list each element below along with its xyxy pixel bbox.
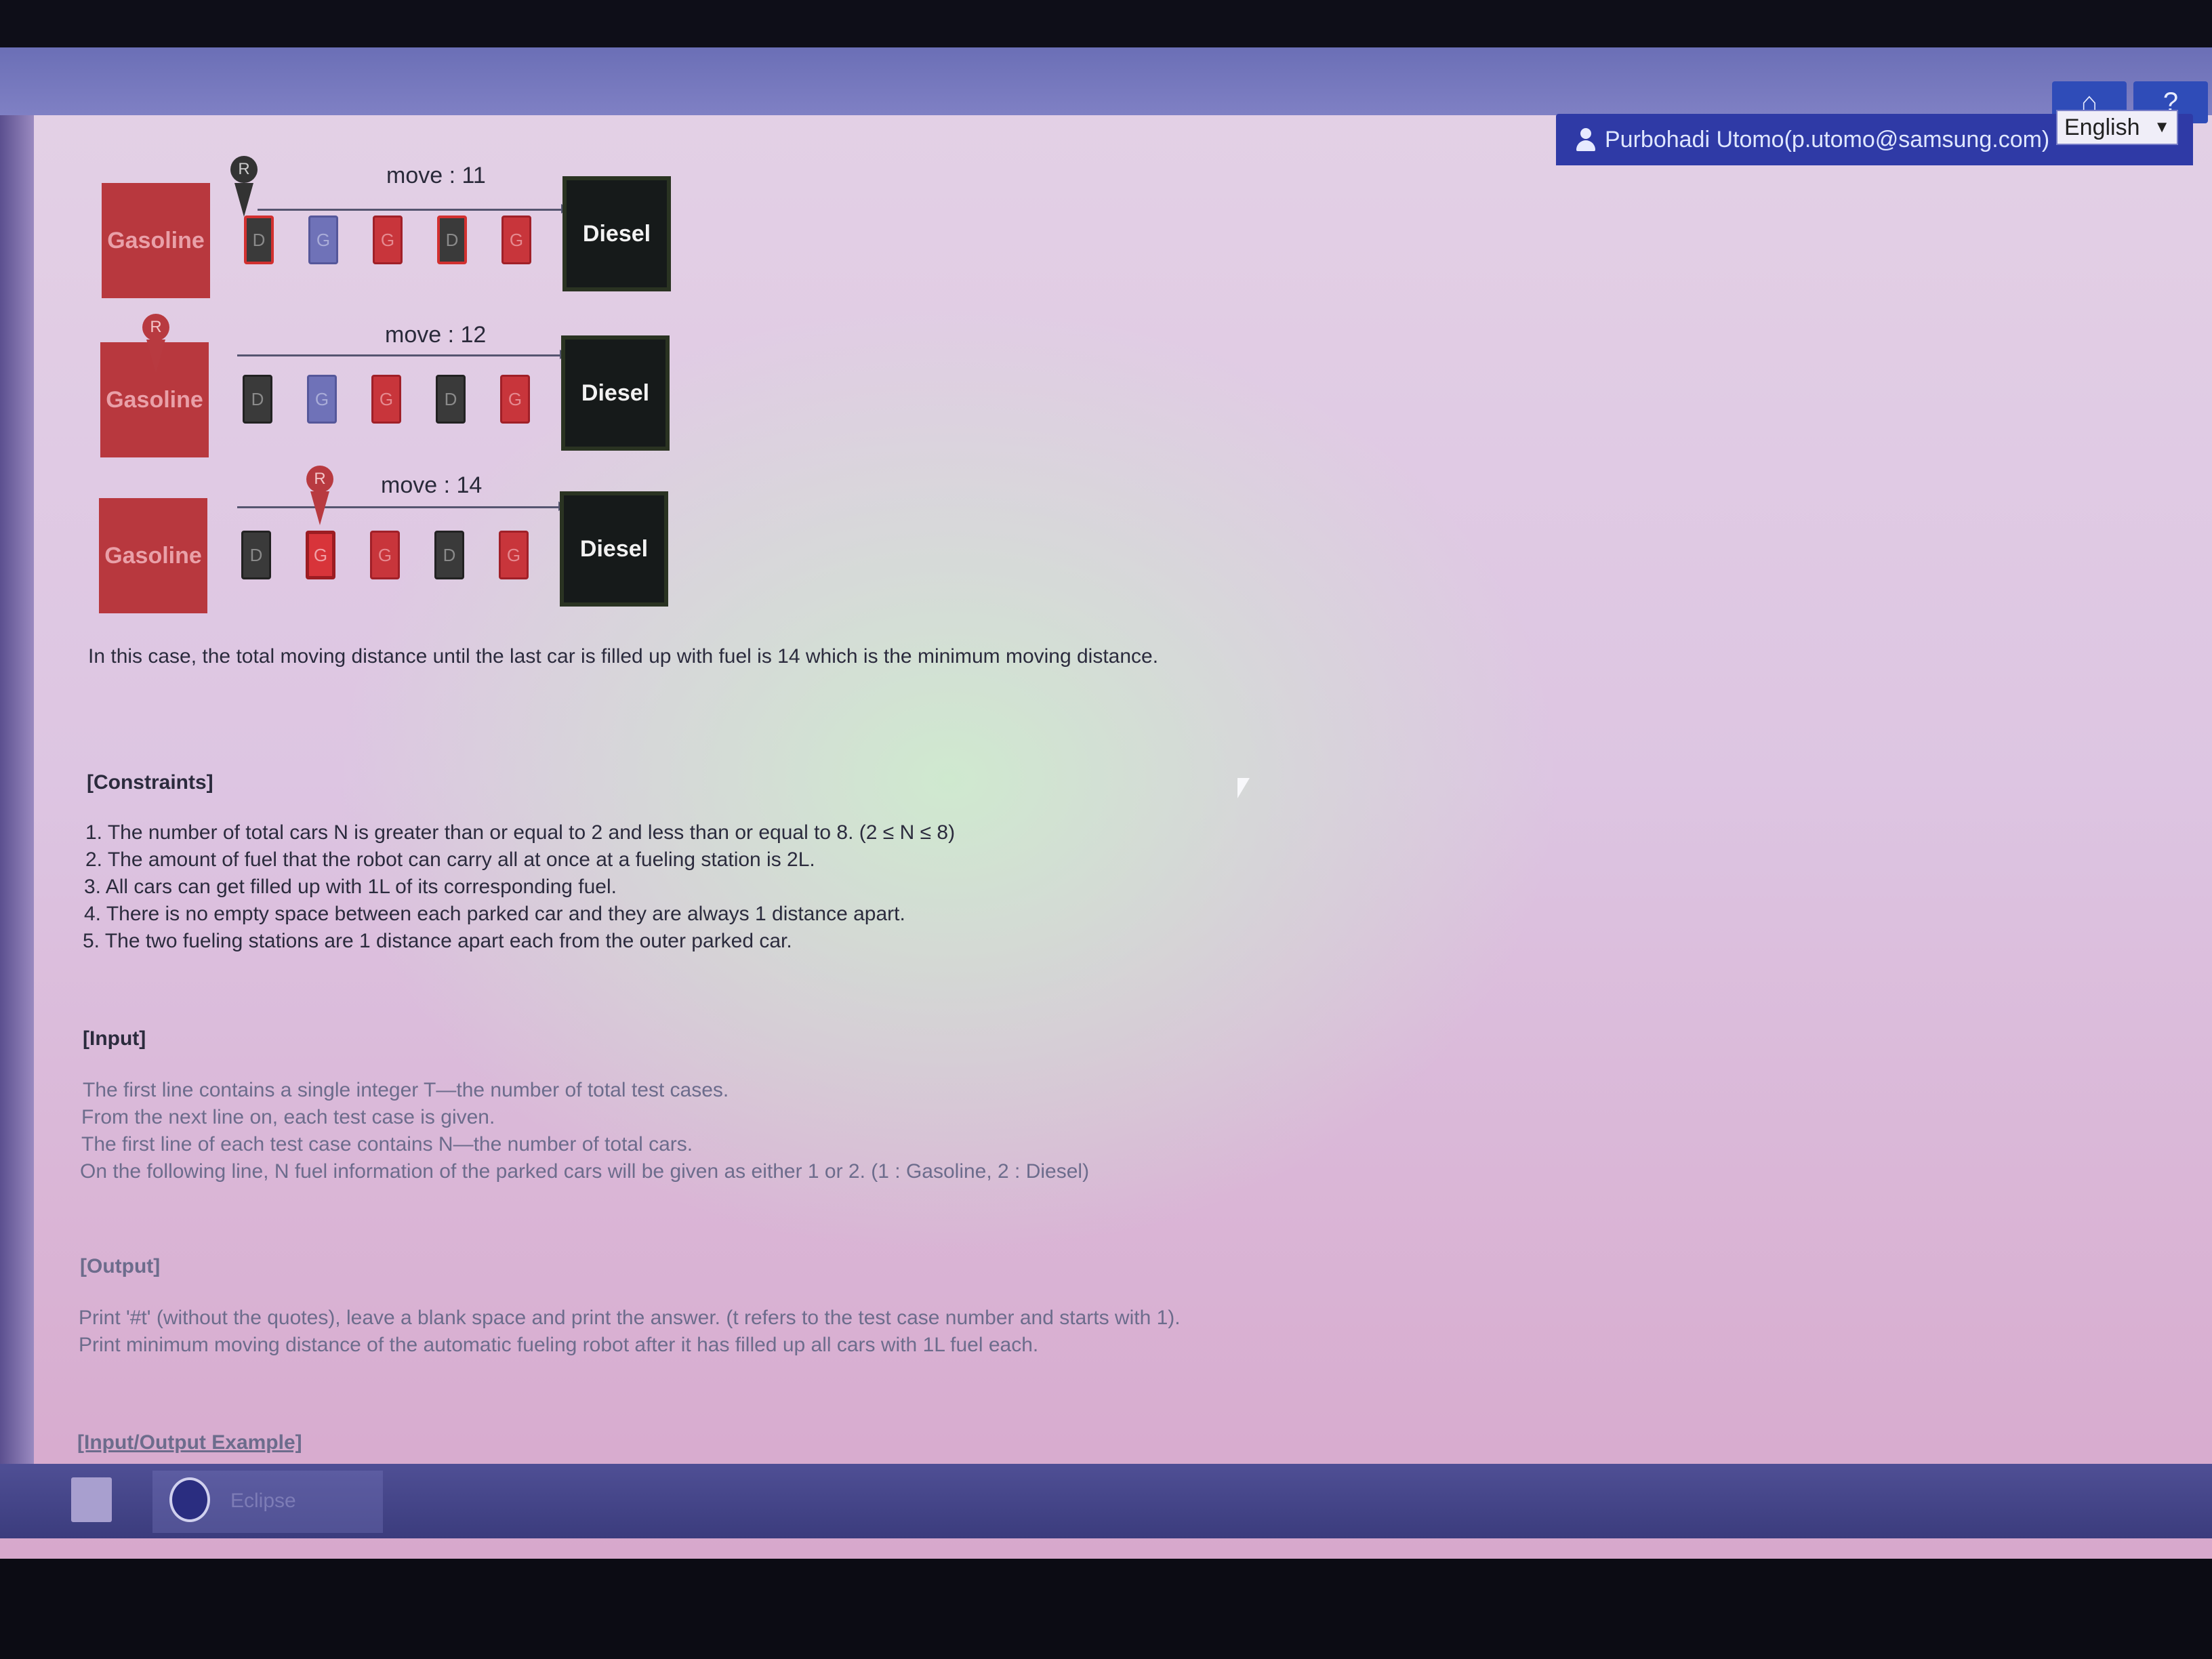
top-frame (0, 0, 2212, 47)
diesel-station: Diesel (562, 176, 671, 291)
input-line: From the next line on, each test case is… (81, 1106, 495, 1128)
robot-marker: R (306, 466, 333, 493)
constraints-heading: [Constraints] (87, 771, 213, 794)
figure-row-2: Gasoline move : 12 R D G G D G Diesel (100, 314, 698, 457)
input-line: The first line contains a single integer… (83, 1079, 729, 1101)
car-diesel: D (244, 216, 274, 264)
car-gasoline: G (373, 216, 403, 264)
car-gasoline: G (500, 375, 530, 424)
car-diesel: D (243, 375, 272, 424)
car-diesel: D (241, 531, 271, 579)
chevron-down-icon: ▼ (2154, 118, 2170, 136)
move-arrow (237, 506, 560, 508)
car-gasoline: G (370, 531, 400, 579)
mouse-cursor-icon (1237, 778, 1250, 798)
language-select[interactable]: English ▼ (2056, 110, 2178, 145)
input-heading: [Input] (83, 1027, 146, 1050)
move-label: move : 12 (385, 322, 487, 348)
eclipse-taskbar-label[interactable]: Eclipse (230, 1490, 296, 1513)
constraint-item: 3. All cars can get filled up with 1L of… (84, 876, 617, 898)
move-label: move : 14 (381, 472, 483, 498)
diesel-station: Diesel (560, 491, 668, 607)
gasoline-station: Gasoline (99, 498, 207, 613)
car-gasoline: G (501, 216, 531, 264)
diesel-station: Diesel (561, 335, 670, 451)
constraint-item: 4. There is no empty space between each … (84, 903, 905, 925)
problem-content: Gasoline move : 11 R D G G D G Diesel Ga… (61, 136, 1416, 1464)
car-gasoline: G (499, 531, 529, 579)
language-value: English (2064, 114, 2140, 140)
car-gasoline: G (306, 531, 335, 579)
example-heading[interactable]: [Input/Output Example] (77, 1431, 302, 1454)
robot-marker: R (142, 314, 169, 341)
input-line: The first line of each test case contain… (81, 1133, 693, 1155)
output-line: Print '#t' (without the quotes), leave a… (79, 1307, 1181, 1329)
app-top-bar: ⌂ ? (0, 47, 2212, 123)
car-diesel: D (437, 216, 467, 264)
car-gasoline: G (371, 375, 401, 424)
output-heading: [Output] (80, 1255, 161, 1277)
constraint-item: 1. The number of total cars N is greater… (85, 821, 956, 844)
constraint-item: 2. The amount of fuel that the robot can… (85, 848, 815, 871)
left-panel-edge (0, 115, 34, 1464)
monitor-screen: ⌂ ? Purbohadi Utomo(p.utomo@samsung.com)… (0, 0, 2212, 1559)
car-gasoline: G (308, 216, 338, 264)
output-line: Print minimum moving distance of the aut… (79, 1334, 1039, 1356)
robot-pin-icon (146, 340, 165, 373)
move-arrow (237, 354, 561, 356)
summary-text: In this case, the total moving distance … (88, 645, 1159, 668)
file-manager-icon[interactable] (71, 1477, 112, 1522)
move-label: move : 11 (386, 163, 486, 188)
constraint-item: 5. The two fueling stations are 1 distan… (83, 930, 792, 952)
car-diesel: D (436, 375, 466, 424)
car-diesel: D (434, 531, 464, 579)
user-icon (1576, 128, 1595, 151)
robot-pin-icon (310, 491, 329, 525)
robot-marker: R (230, 156, 258, 183)
figure-row-3: Gasoline move : 14 R D G G D G Diesel (99, 466, 698, 613)
figure-row-1: Gasoline move : 11 R D G G D G Diesel (102, 156, 698, 298)
eclipse-icon[interactable] (169, 1477, 210, 1522)
taskbar: Eclipse (0, 1464, 2212, 1538)
robot-pin-icon (234, 183, 253, 217)
move-arrow (258, 209, 562, 211)
car-gasoline: G (307, 375, 337, 424)
input-line: On the following line, N fuel informatio… (80, 1160, 1090, 1183)
gasoline-station: Gasoline (102, 183, 210, 298)
user-name: Purbohadi Utomo(p.utomo@samsung.com) (1605, 126, 2050, 152)
